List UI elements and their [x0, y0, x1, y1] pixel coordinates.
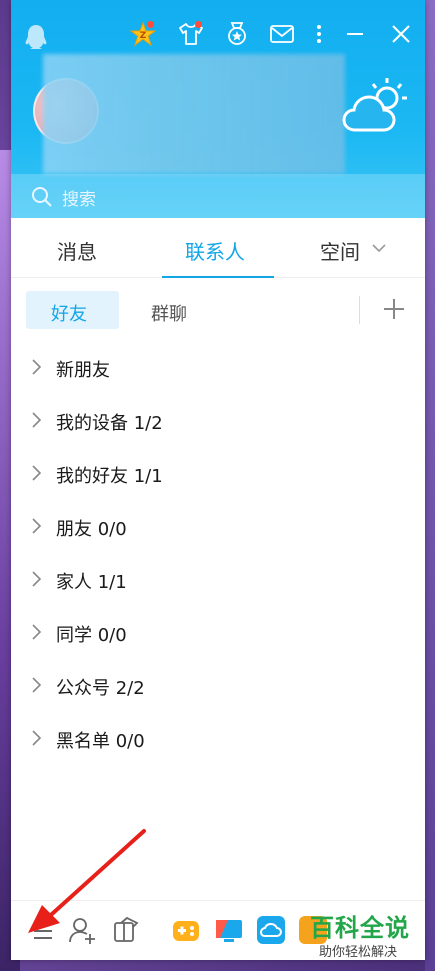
tab-messages[interactable]: 消息: [57, 236, 97, 265]
main-tabs: 消息 联系人 空间: [11, 218, 425, 278]
chevron-down-icon[interactable]: [371, 240, 387, 256]
qq-logo-icon: [25, 25, 47, 49]
search-placeholder: 搜索: [62, 190, 96, 210]
list-item-label: 我的设备 1/2: [56, 413, 163, 434]
list-item-label: 家人 1/1: [56, 572, 127, 593]
list-item[interactable]: 新朋友: [11, 340, 425, 393]
list-item-label: 公众号 2/2: [56, 678, 145, 699]
list-item-label: 同学 0/0: [56, 625, 127, 646]
chevron-right-icon: [32, 465, 42, 481]
watermark-logo: 百科全说 助你轻松解决: [305, 906, 435, 966]
subtab-friends[interactable]: 好友: [51, 300, 87, 326]
list-item[interactable]: 家人 1/1: [11, 552, 425, 605]
list-item[interactable]: 我的设备 1/2: [11, 393, 425, 446]
weather-cloud-sun-icon[interactable]: [341, 72, 411, 138]
notification-dot: [147, 21, 154, 28]
subtab-groups[interactable]: 群聊: [151, 300, 187, 326]
header: Z 搜索: [11, 0, 425, 218]
svg-text:Z: Z: [140, 31, 147, 41]
watermark-subtitle: 助你轻松解决: [319, 945, 398, 960]
qq-main-window: Z 搜索 消息 联系人 空间 好友 群聊 新朋友 我的设备 1/2 我的好友 1…: [11, 0, 425, 960]
chevron-right-icon: [32, 677, 42, 693]
close-icon[interactable]: [387, 20, 415, 48]
list-item[interactable]: 黑名单 0/0: [11, 711, 425, 764]
blurred-profile-info: [43, 54, 345, 174]
chevron-right-icon: [32, 624, 42, 640]
search-icon: [32, 187, 52, 207]
mail-icon[interactable]: [268, 20, 296, 48]
search-bar[interactable]: 搜索: [11, 174, 425, 218]
chevron-right-icon: [32, 359, 42, 375]
more-vert-icon[interactable]: [305, 20, 333, 48]
minimize-icon[interactable]: [341, 20, 369, 48]
watermark-title: 百科全说: [310, 914, 410, 942]
game-icon[interactable]: [171, 915, 201, 945]
list-item[interactable]: 朋友 0/0: [11, 499, 425, 552]
list-item[interactable]: 公众号 2/2: [11, 658, 425, 711]
chevron-right-icon: [32, 412, 42, 428]
contact-subtabs: 好友 群聊: [11, 280, 425, 340]
tab-space[interactable]: 空间: [320, 236, 360, 265]
chevron-right-icon: [32, 571, 42, 587]
badge-medal-icon[interactable]: [223, 20, 251, 48]
add-friend-icon[interactable]: [67, 915, 97, 945]
notification-dot: [195, 21, 202, 28]
apps-icon[interactable]: [111, 915, 141, 945]
desktop-wallpaper-edge: [425, 0, 435, 971]
list-item[interactable]: 我的好友 1/1: [11, 446, 425, 499]
chevron-right-icon: [32, 730, 42, 746]
menu-icon[interactable]: [28, 915, 58, 945]
active-tab-indicator: [162, 276, 274, 278]
list-item-label: 黑名单 0/0: [56, 731, 145, 752]
skin-shirt-icon[interactable]: [177, 20, 205, 48]
add-plus-icon[interactable]: [382, 297, 406, 321]
list-item-label: 我的好友 1/1: [56, 466, 163, 487]
vip-star-icon[interactable]: Z: [129, 20, 157, 48]
cloud-icon[interactable]: [256, 915, 286, 945]
list-item-label: 朋友 0/0: [56, 519, 127, 540]
tab-contacts[interactable]: 联系人: [185, 236, 245, 265]
list-item-label: 新朋友: [56, 360, 110, 381]
list-item[interactable]: 同学 0/0: [11, 605, 425, 658]
chevron-right-icon: [32, 518, 42, 534]
divider: [359, 296, 360, 324]
screen-share-icon[interactable]: [214, 915, 244, 945]
